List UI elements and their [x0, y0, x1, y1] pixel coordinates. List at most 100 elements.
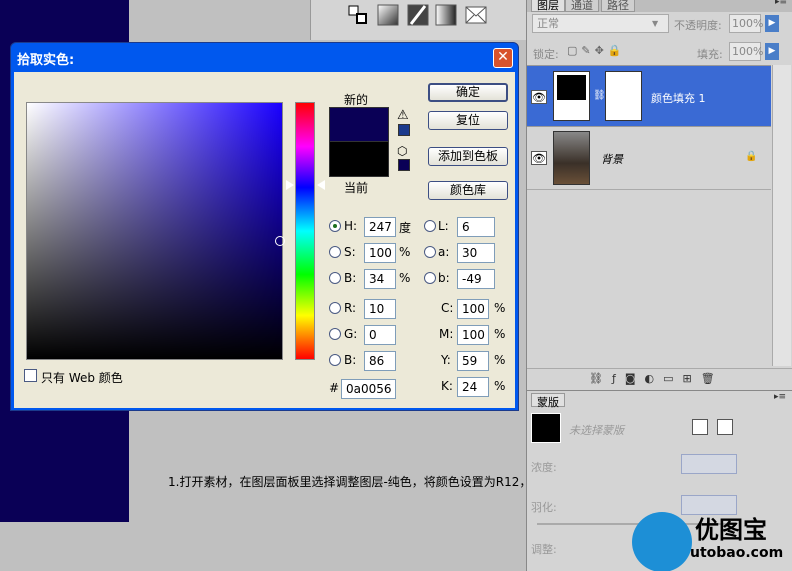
tab-layers[interactable]: 图层	[531, 0, 565, 12]
gradient-angle-icon[interactable]	[377, 4, 399, 26]
hue-unit: 度	[399, 221, 412, 235]
red-field[interactable]: 10	[364, 299, 396, 319]
panel-menu-icon[interactable]: ▸≡	[775, 0, 787, 7]
cyan-unit: %	[494, 301, 506, 315]
brightness-radio[interactable]	[329, 272, 341, 284]
layer-row-color-fill[interactable]: 👁 ⛓ 颜色填充 1	[527, 65, 771, 127]
cyan-field[interactable]: 100	[457, 299, 489, 319]
b-channel-field[interactable]: -49	[457, 269, 495, 289]
adjust-label: 调整:	[531, 543, 557, 556]
saturation-radio[interactable]	[329, 246, 341, 258]
hue-radio[interactable]	[329, 220, 341, 232]
fill-arrow-icon[interactable]: ▶	[765, 43, 779, 60]
tab-channels[interactable]: 通道	[565, 0, 599, 12]
fill-field[interactable]: 100%	[729, 42, 763, 61]
saturation-brightness-field[interactable]	[26, 102, 283, 360]
brightness-field[interactable]: 34	[364, 269, 396, 289]
web-safe-cube-icon: ⬡	[397, 144, 408, 158]
fill-thumbnail-color	[557, 75, 586, 100]
brightness-unit: %	[399, 271, 411, 285]
layer-name[interactable]: 颜色填充 1	[651, 90, 706, 106]
color-libraries-button[interactable]: 颜色库	[428, 181, 508, 200]
lock-icons[interactable]: ▢✎✥🔒	[567, 44, 626, 57]
layer-mask-thumbnail[interactable]	[605, 71, 642, 121]
a-channel-label: a:	[438, 245, 450, 259]
hue-field[interactable]: 247	[364, 217, 396, 237]
layers-panel: 图层 通道 路径 ▸≡ 正常 ▼ 不透明度: 100% ▶ 锁定: ▢✎✥🔒 填…	[526, 0, 792, 390]
new-color-swatch	[329, 107, 389, 142]
cyan-label: C:	[441, 301, 454, 315]
web-safe-swatch[interactable]	[398, 159, 410, 171]
style-toolbar	[310, 0, 526, 40]
layer-name[interactable]: 背景	[601, 151, 623, 167]
color-selector-marker[interactable]	[275, 236, 285, 246]
mask-status: 未选择蒙版	[569, 424, 624, 437]
hex-field[interactable]: 0a0056	[341, 379, 396, 399]
hue-slider-handle-right[interactable]	[317, 180, 325, 190]
gradient-linear-icon[interactable]	[435, 4, 457, 26]
red-label: R:	[344, 301, 357, 315]
black-label: K:	[441, 379, 453, 393]
a-channel-radio[interactable]	[424, 246, 436, 258]
magenta-label: M:	[439, 327, 454, 341]
ok-button[interactable]: 确定	[428, 83, 508, 102]
a-channel-field[interactable]: 30	[457, 243, 495, 263]
red-radio[interactable]	[329, 302, 341, 314]
magenta-field[interactable]: 100	[457, 325, 489, 345]
green-radio[interactable]	[329, 328, 341, 340]
vector-mask-icon[interactable]	[717, 419, 733, 435]
hex-label: #	[329, 381, 340, 395]
opacity-label: 不透明度:	[674, 19, 722, 32]
envelope-icon[interactable]	[465, 4, 487, 26]
new-color-label: 新的	[344, 93, 369, 107]
eye-icon[interactable]: 👁	[531, 90, 547, 104]
b-channel-radio[interactable]	[424, 272, 436, 284]
panel-menu-icon[interactable]: ▸≡	[774, 392, 786, 402]
lock-icon: 🔒	[745, 151, 758, 162]
tab-paths[interactable]: 路径	[601, 0, 635, 12]
saturation-unit: %	[399, 245, 411, 259]
blue-label: B:	[344, 353, 357, 367]
density-field[interactable]	[681, 454, 737, 474]
gamut-correction-swatch[interactable]	[398, 124, 410, 136]
close-icon[interactable]: ✕	[493, 48, 513, 68]
black-unit: %	[494, 379, 506, 393]
dialog-title: 拾取实色:	[17, 53, 75, 68]
dialog-body: 新的 当前 ⚠ ⬡ 确定 复位 添加到色板 颜色库 H: 247 度 S: 10…	[14, 72, 515, 408]
current-color-swatch[interactable]	[329, 142, 389, 177]
tutorial-caption: 1.打开素材，在图层面板里选择调整图层-纯色，将颜色设置为R12，G0，B86.	[168, 475, 588, 489]
pixel-mask-icon[interactable]	[692, 419, 708, 435]
b-channel-label: b:	[438, 271, 450, 285]
blue-field[interactable]: 86	[364, 351, 396, 371]
watermark-name: 优图宝	[695, 516, 767, 544]
add-to-swatches-button[interactable]: 添加到色板	[428, 147, 508, 166]
blue-radio[interactable]	[329, 354, 341, 366]
layers-tab-bar: 图层 通道 路径 ▸≡	[527, 0, 792, 12]
opacity-arrow-icon[interactable]: ▶	[765, 15, 779, 32]
swap-colors-icon[interactable]	[347, 4, 369, 26]
opacity-field[interactable]: 100%	[729, 14, 763, 33]
green-field[interactable]: 0	[364, 325, 396, 345]
lightness-radio[interactable]	[424, 220, 436, 232]
watermark-url: utobao.com	[690, 545, 784, 561]
eye-icon[interactable]: 👁	[531, 151, 547, 165]
yellow-unit: %	[494, 353, 506, 367]
gradient-diagonal-icon[interactable]	[407, 4, 429, 26]
web-only-checkbox[interactable]	[24, 369, 37, 382]
lock-label: 锁定:	[533, 48, 559, 61]
black-field[interactable]: 24	[457, 377, 489, 397]
density-label: 浓度:	[531, 461, 557, 474]
layer-action-icons[interactable]: ⛓ƒ◙◐▭⊞🗑	[589, 372, 724, 385]
blend-mode-select[interactable]: 正常	[532, 14, 669, 33]
yellow-field[interactable]: 59	[457, 351, 489, 371]
hue-slider-handle-left[interactable]	[286, 180, 294, 190]
saturation-field[interactable]: 100	[364, 243, 396, 263]
tab-masks[interactable]: 蒙版	[531, 393, 565, 409]
lightness-field[interactable]: 6	[457, 217, 495, 237]
hue-slider[interactable]	[295, 102, 315, 360]
layer-row-background[interactable]: 👁 背景 🔒	[527, 127, 771, 190]
layers-scrollbar[interactable]	[772, 65, 791, 366]
yellow-label: Y:	[441, 353, 451, 367]
brightness-label: B:	[344, 271, 357, 285]
reset-button[interactable]: 复位	[428, 111, 508, 130]
